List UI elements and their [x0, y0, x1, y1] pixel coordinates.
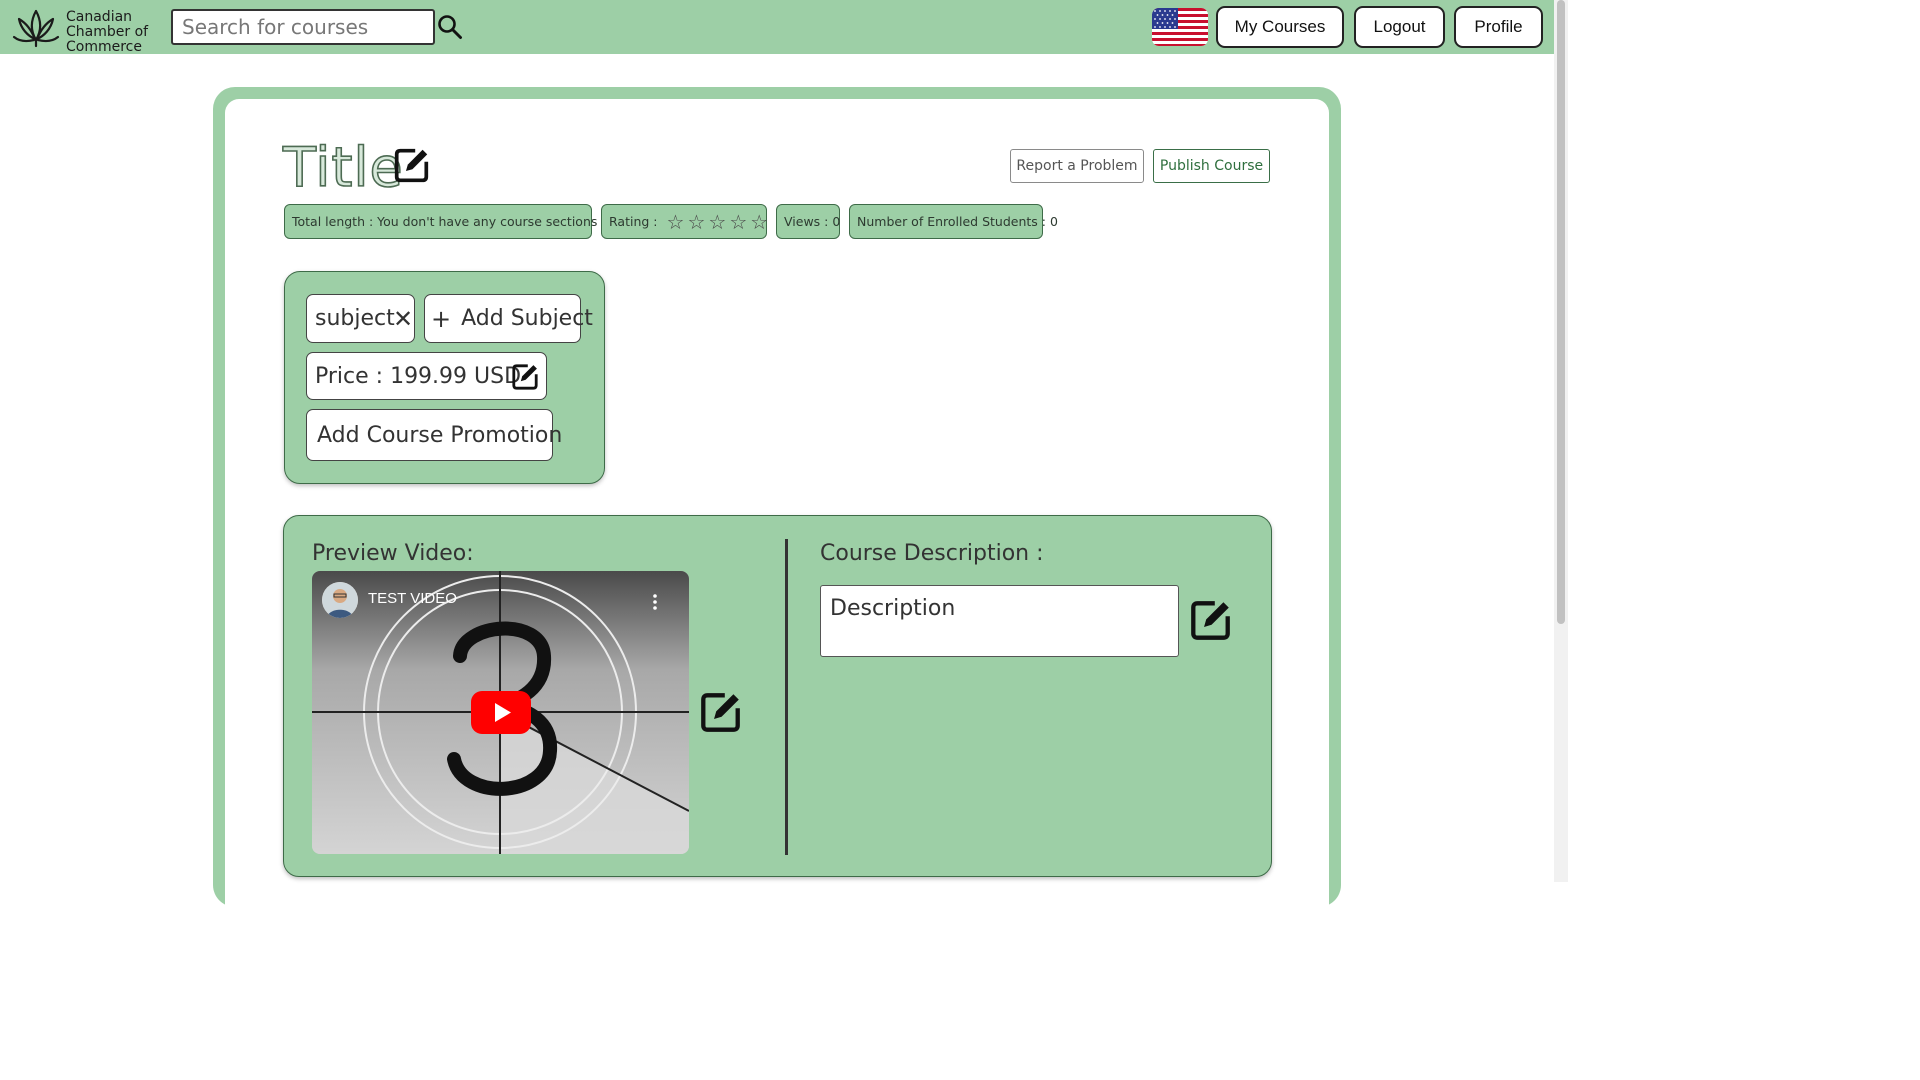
brand-line: Commerce	[66, 39, 142, 55]
video-title: TEST VIDEO	[368, 590, 457, 607]
maple-leaf-icon	[12, 9, 60, 48]
subject-chip-label: subject	[315, 306, 395, 331]
edit-icon	[1191, 601, 1230, 640]
edit-description-button[interactable]	[1189, 599, 1232, 642]
total-length-badge: Total length : You don't have any course…	[284, 204, 625, 239]
price-label: Price : 199.99 USD	[315, 363, 522, 389]
search-button[interactable]	[437, 14, 463, 40]
brand-name: Canadian Chamber of Commerce	[66, 10, 166, 55]
add-course-promotion-button[interactable]: Add Course Promotion	[306, 409, 562, 461]
course-description-field[interactable]: Description	[820, 585, 1179, 657]
course-title: Title	[282, 135, 404, 200]
add-subject-button[interactable]: + Add Subject	[424, 294, 593, 343]
remove-subject-icon[interactable]: ✕	[393, 305, 413, 333]
views-badge: Views : 0	[776, 204, 840, 239]
add-subject-label: Add Subject	[461, 306, 593, 331]
logout-button[interactable]: Logout	[1354, 6, 1445, 48]
video-menu-button[interactable]	[650, 591, 660, 613]
channel-avatar[interactable]	[322, 582, 358, 618]
profile-button[interactable]: Profile	[1454, 6, 1543, 48]
person-icon	[322, 582, 358, 618]
us-flag-icon	[1152, 8, 1208, 46]
edit-video-button[interactable]	[699, 691, 742, 734]
plus-icon: +	[431, 304, 452, 333]
preview-video-label: Preview Video:	[312, 541, 474, 566]
brand-line: Canadian	[66, 9, 133, 25]
edit-title-button[interactable]	[393, 147, 430, 184]
edit-price-button[interactable]	[511, 363, 539, 391]
search-input[interactable]	[171, 9, 435, 45]
report-problem-button[interactable]: Report a Problem	[1010, 149, 1144, 183]
star-empty-icon: ☆	[687, 209, 706, 234]
star-empty-icon: ☆	[750, 209, 769, 234]
star-empty-icon: ☆	[708, 209, 727, 234]
brand-logo[interactable]: Canadian Chamber of Commerce	[12, 6, 162, 55]
publish-course-button[interactable]: Publish Course	[1153, 149, 1270, 183]
youtube-play-icon	[471, 691, 531, 734]
edit-icon	[394, 148, 429, 183]
top-navbar: Canadian Chamber of Commerce Search for …	[0, 0, 1554, 55]
brand-line: Chamber of	[66, 24, 149, 40]
preview-video-player[interactable]: TEST VIDEO	[312, 571, 689, 854]
play-button[interactable]	[471, 691, 531, 734]
enrolled-students-badge: Number of Enrolled Students : 0	[849, 204, 1058, 239]
rating-label: Rating :	[609, 214, 658, 229]
scrollbar-thumb[interactable]	[1557, 0, 1565, 624]
page-scrollbar[interactable]	[1554, 0, 1568, 882]
language-flag-button[interactable]	[1152, 8, 1208, 46]
star-empty-icon: ☆	[666, 209, 685, 234]
edit-icon	[701, 693, 740, 732]
course-description-label: Course Description :	[820, 541, 1044, 566]
rating-stars: ☆ ☆ ☆ ☆ ☆	[667, 212, 769, 232]
panel-divider	[785, 539, 788, 855]
price-field: Price : 199.99 USD	[306, 352, 547, 400]
subject-chip: subject ✕	[306, 294, 415, 343]
star-empty-icon: ☆	[729, 209, 748, 234]
search-icon	[438, 15, 462, 39]
edit-icon	[512, 364, 538, 390]
rating-badge: Rating : ☆ ☆ ☆ ☆ ☆	[601, 204, 769, 239]
my-courses-button[interactable]: My Courses	[1216, 6, 1344, 48]
more-vertical-icon	[653, 594, 657, 610]
